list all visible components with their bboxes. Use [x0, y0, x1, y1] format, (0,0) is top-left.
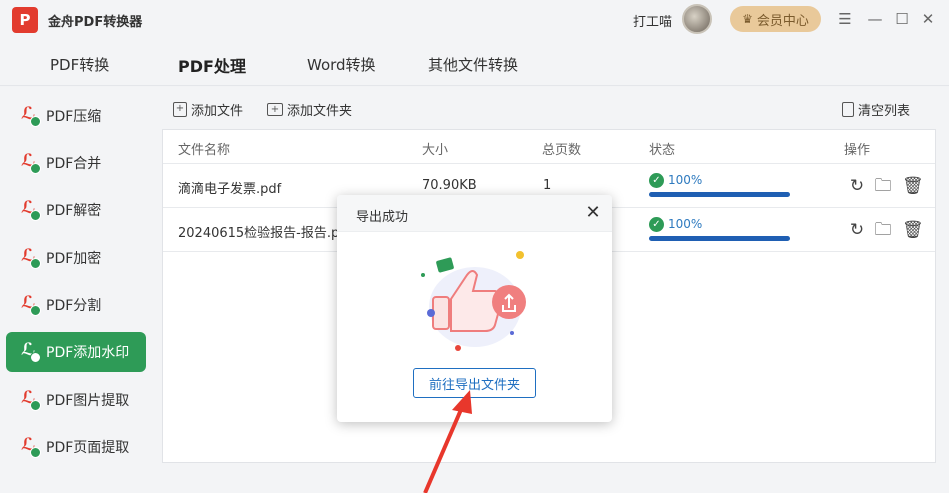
sidebar-item-label: PDF图片提取 — [46, 393, 130, 409]
trash-icon — [842, 102, 854, 117]
sidebar-item-label: PDF解密 — [46, 203, 102, 219]
app-logo-icon: P — [12, 7, 38, 33]
menu-icon[interactable]: ☰ — [835, 9, 855, 29]
file-name: 20240615检验报告-报告.pdf — [178, 226, 353, 241]
header-status: 状态 — [649, 143, 676, 158]
sidebar-item-encrypt[interactable]: ℒ PDF加密 — [6, 238, 146, 278]
refresh-icon[interactable]: ↻ — [848, 177, 866, 195]
pdf-merge-icon: ℒ — [20, 151, 44, 175]
header-size: 大小 — [422, 143, 449, 158]
sidebar-item-decrypt[interactable]: ℒ PDF解密 — [6, 190, 146, 230]
sidebar-item-label: PDF页面提取 — [46, 440, 130, 456]
thumbs-up-illustration-icon — [421, 251, 526, 351]
add-folder-label: 添加文件夹 — [287, 104, 353, 119]
vip-label: 会员中心 — [756, 13, 809, 29]
status-percent: 100% — [668, 173, 703, 187]
maximize-icon[interactable]: ☐ — [892, 9, 912, 29]
close-window-icon[interactable]: ✕ — [918, 9, 938, 29]
export-success-dialog: 导出成功 ✕ 前往导出文件夹 — [337, 195, 612, 422]
close-icon[interactable]: ✕ — [583, 203, 603, 223]
progress-bar — [649, 236, 790, 241]
file-pages: 1 — [543, 178, 552, 193]
refresh-icon[interactable]: ↻ — [848, 221, 866, 239]
minimize-icon[interactable]: — — [865, 9, 885, 29]
check-circle-icon: ✓ — [649, 173, 664, 188]
vip-center-button[interactable]: ♛ 会员中心 — [730, 6, 821, 32]
header-name: 文件名称 — [178, 143, 231, 158]
file-size: 70.90KB — [422, 178, 477, 193]
sidebar-item-page-extract[interactable]: ℒ PDF页面提取 — [6, 427, 146, 467]
add-folder-button[interactable]: + 添加文件夹 — [267, 100, 352, 119]
add-file-label: 添加文件 — [191, 104, 244, 119]
pdf-watermark-icon: ℒ — [20, 340, 44, 364]
sidebar-item-label: PDF压缩 — [46, 109, 102, 125]
sidebar-item-label: PDF添加水印 — [46, 345, 130, 361]
table-header: 文件名称 大小 总页数 状态 操作 — [163, 130, 935, 164]
pdf-decrypt-icon: ℒ — [20, 198, 44, 222]
delete-icon[interactable]: 🗑 — [902, 177, 924, 195]
sidebar-item-split[interactable]: ℒ PDF分割 — [6, 285, 146, 325]
check-circle-icon: ✓ — [649, 217, 664, 232]
progress-bar — [649, 192, 790, 197]
sidebar-item-watermark[interactable]: ℒ PDF添加水印 — [6, 332, 146, 372]
pdf-encrypt-icon: ℒ — [20, 246, 44, 270]
sidebar-item-label: PDF分割 — [46, 298, 102, 314]
crown-icon: ♛ — [742, 12, 753, 26]
avatar[interactable] — [682, 4, 712, 34]
app-title: 金舟PDF转换器 — [48, 15, 143, 30]
username[interactable]: 打工喵 — [633, 11, 672, 30]
tab-pdf-process[interactable]: PDF处理 — [178, 53, 246, 77]
main-tabs: PDF转换 PDF处理 Word转换 其他文件转换 — [0, 40, 949, 86]
open-export-folder-button[interactable]: 前往导出文件夹 — [413, 368, 536, 398]
add-folder-icon: + — [267, 103, 283, 116]
tab-other-convert[interactable]: 其他文件转换 — [428, 54, 518, 75]
pdf-compress-icon: ℒ — [20, 104, 44, 128]
pdf-split-icon: ℒ — [20, 293, 44, 317]
pdf-page-extract-icon: ℒ — [20, 435, 44, 459]
tab-pdf-convert[interactable]: PDF转换 — [50, 54, 109, 75]
sidebar-item-label: PDF合并 — [46, 156, 102, 172]
sidebar-item-image-extract[interactable]: ℒ PDF图片提取 — [6, 380, 146, 420]
sidebar: ℒ PDF压缩 ℒ PDF合并 ℒ PDF解密 ℒ PDF加密 ℒ PDF分割 … — [0, 87, 152, 493]
sidebar-item-compress[interactable]: ℒ PDF压缩 — [6, 96, 146, 136]
folder-icon[interactable]: 🗀 — [874, 221, 892, 239]
header-pages: 总页数 — [542, 143, 582, 158]
clear-list-label: 清空列表 — [858, 104, 911, 119]
sidebar-item-merge[interactable]: ℒ PDF合并 — [6, 143, 146, 183]
add-file-button[interactable]: + 添加文件 — [173, 100, 243, 119]
status-cell: ✓ 100% — [649, 217, 791, 243]
dialog-header: 导出成功 ✕ — [337, 195, 612, 232]
delete-icon[interactable]: 🗑 — [902, 221, 924, 239]
folder-icon[interactable]: 🗀 — [874, 177, 892, 195]
status-percent: 100% — [668, 217, 703, 231]
header-actions: 操作 — [844, 143, 871, 158]
pdf-image-extract-icon: ℒ — [20, 388, 44, 412]
clear-list-button[interactable]: 清空列表 — [842, 100, 910, 119]
title-bar: P 金舟PDF转换器 打工喵 ♛ 会员中心 ☰ — ☐ ✕ — [0, 0, 949, 40]
add-file-icon: + — [173, 102, 187, 117]
dialog-title: 导出成功 — [356, 210, 409, 225]
status-cell: ✓ 100% — [649, 173, 791, 199]
tab-word-convert[interactable]: Word转换 — [307, 54, 376, 75]
file-name: 滴滴电子发票.pdf — [178, 182, 282, 197]
sidebar-item-label: PDF加密 — [46, 251, 102, 267]
